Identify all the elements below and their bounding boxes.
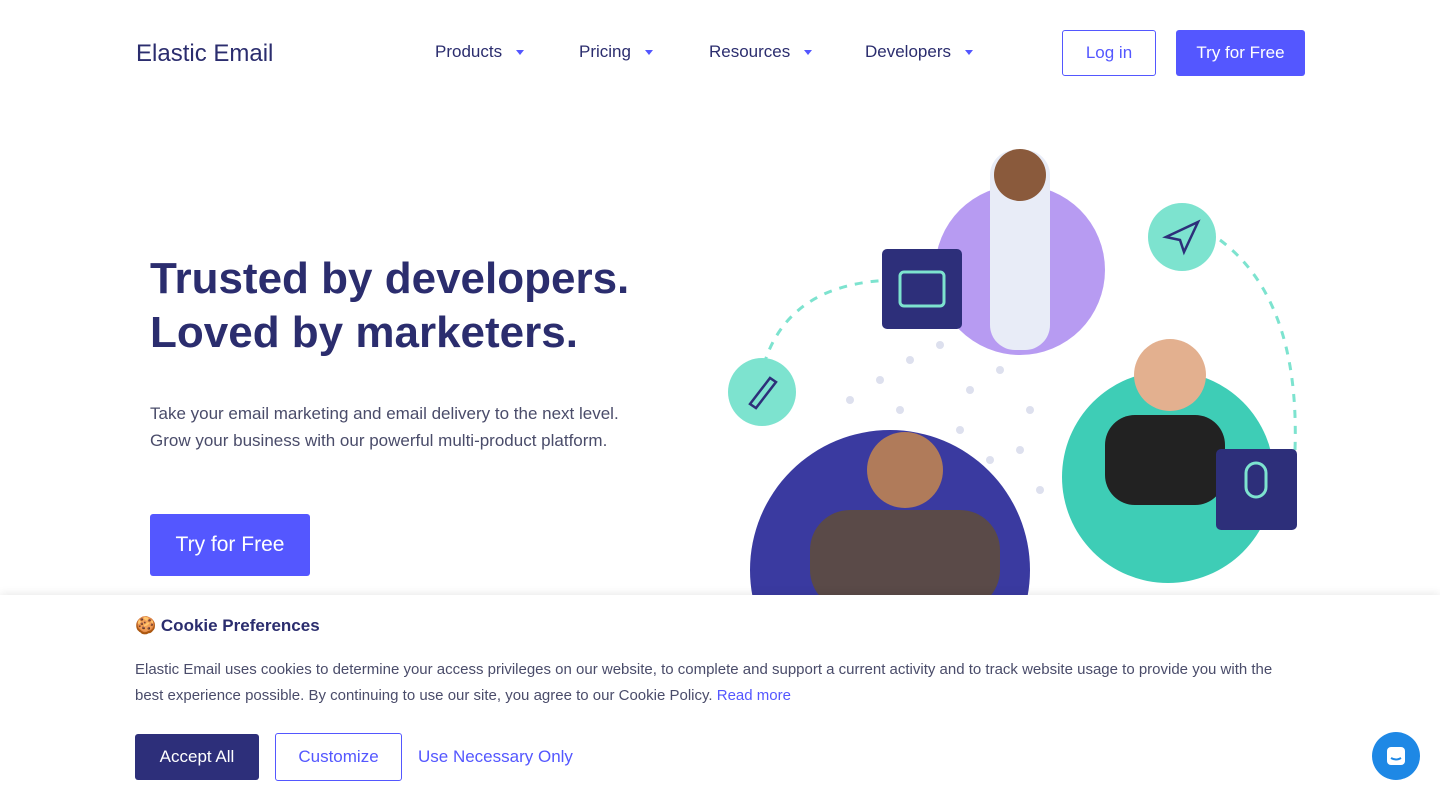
customize-button[interactable]: Customize [275,733,402,781]
cookie-title: 🍪 Cookie Preferences [135,616,320,636]
title-line: Loved by marketers. [150,308,578,357]
hero-illustration [728,149,1297,600]
logo-text: Elastic Email [136,40,274,67]
caret-down-icon [965,49,973,55]
cookie-text: Elastic Email uses cookies to determine … [135,657,1285,709]
microphone-tile [1216,449,1297,530]
nav-label: Pricing [579,42,631,61]
try-free-nav-button[interactable]: Try for Free [1176,30,1305,76]
cookie-icon: 🍪 [135,616,157,635]
businessman-head [994,149,1046,201]
nav-label: Products [435,42,503,61]
caret-down-icon [644,49,653,55]
login-button[interactable]: Log in [1062,30,1156,76]
nav-developers[interactable]: Developers [865,42,973,62]
caret-down-icon [804,49,813,55]
nav-pricing[interactable]: Pricing [579,42,653,62]
developer-body [810,510,1000,600]
read-more-link[interactable]: Read more [717,687,791,704]
cookie-body: Elastic Email uses cookies to determine … [135,661,1273,704]
briefcase-tile [882,249,962,329]
chat-launcher-button[interactable] [1372,732,1420,780]
nav-products[interactable]: Products [435,42,525,62]
nav-label: Developers [865,42,951,61]
sub-line: Take your email marketing and email deli… [150,404,619,423]
logo[interactable]: Elastic Email [136,40,273,68]
marketer-body [1105,415,1225,505]
marketer-head [1134,339,1206,411]
use-necessary-only-button[interactable]: Use Necessary Only [418,734,573,780]
sub-line: Grow your business with our powerful mul… [150,431,608,450]
hero-subtitle: Take your email marketing and email deli… [150,400,619,454]
accept-all-button[interactable]: Accept All [135,734,259,780]
title-line: Trusted by developers. [150,254,630,303]
nav-resources[interactable]: Resources [709,42,813,62]
caret-down-icon [516,49,525,55]
paper-plane-circle [1148,203,1216,271]
cookie-title-text: Cookie Preferences [160,616,320,635]
try-free-hero-button[interactable]: Try for Free [150,514,310,576]
chat-icon [1387,747,1405,765]
nav-label: Resources [709,42,791,61]
rocket-circle [728,358,796,426]
developer-head [867,432,943,508]
cookie-banner: 🍪 Cookie Preferences Elastic Email uses … [0,595,1440,800]
hero-title: Trusted by developers. Loved by marketers… [150,252,629,360]
